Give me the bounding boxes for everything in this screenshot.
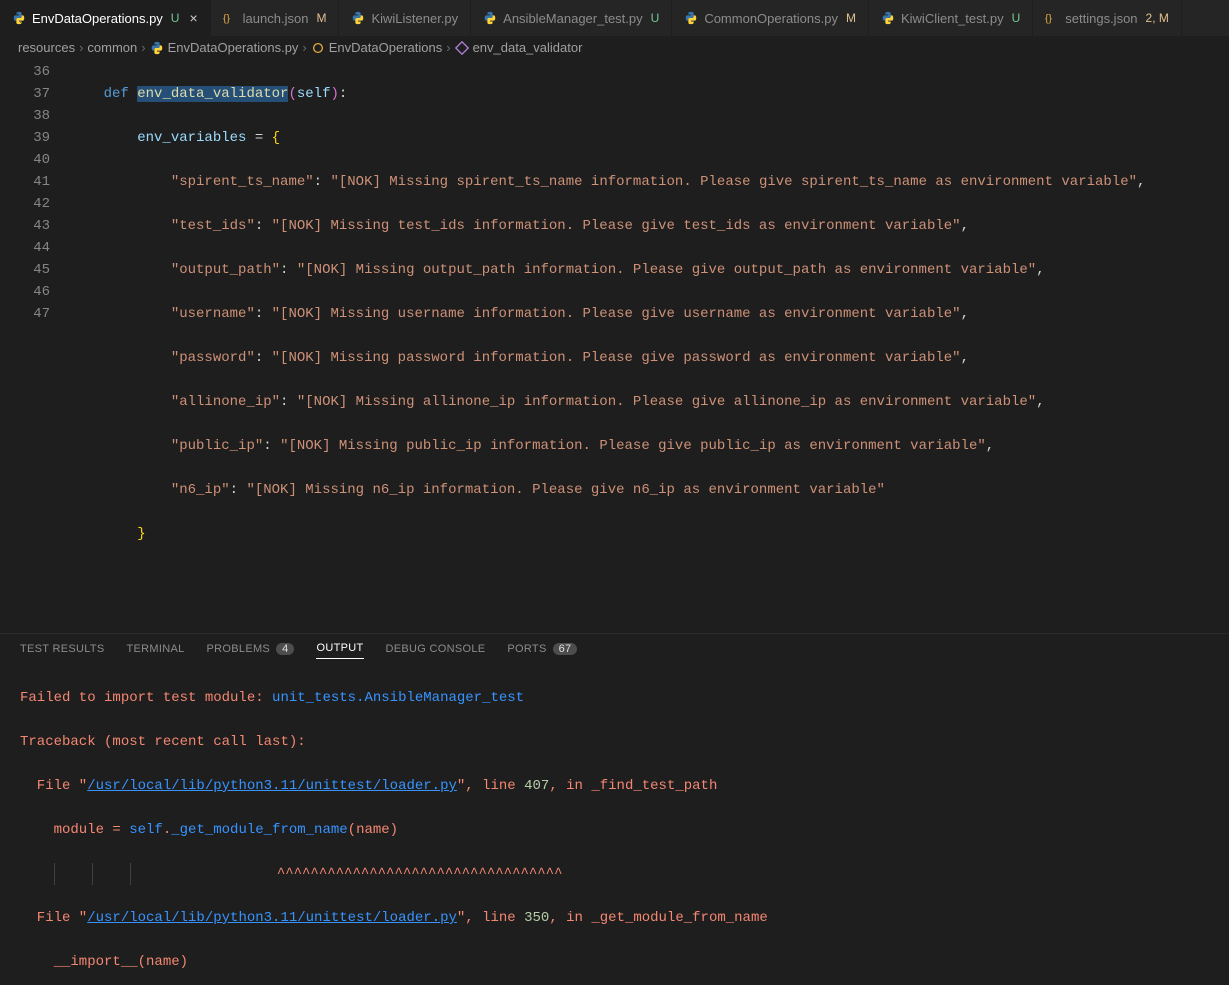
panel-tab-ports[interactable]: Ports67 <box>507 642 577 655</box>
svg-text:{}: {} <box>1045 13 1053 25</box>
panel-tab-debugconsole[interactable]: Debug Console <box>386 642 486 655</box>
ports-badge: 67 <box>553 643 578 655</box>
tab-envdataoperations[interactable]: EnvDataOperations.py U × <box>0 0 211 36</box>
method-icon <box>455 41 469 55</box>
tab-settingsjson[interactable]: {} settings.json 2, M <box>1033 0 1182 36</box>
json-icon: {} <box>223 11 237 25</box>
panel-tab-testresults[interactable]: Test Results <box>20 642 105 655</box>
breadcrumb[interactable]: resources › common › EnvDataOperations.p… <box>0 36 1229 59</box>
tab-ansiblemanagertest[interactable]: AnsibleManager_test.py U <box>471 0 672 36</box>
python-icon <box>881 11 895 25</box>
python-icon <box>684 11 698 25</box>
tab-label: EnvDataOperations.py <box>32 11 163 26</box>
chevron-right-icon: › <box>446 40 450 55</box>
breadcrumb-item[interactable]: EnvDataOperations <box>329 40 442 55</box>
line-gutter: 36 37 38 39 40 41 42 43 44 45 46 47 <box>0 61 70 633</box>
tab-status: U <box>651 11 660 25</box>
json-icon: {} <box>1045 11 1059 25</box>
tab-kiwiclienttest[interactable]: KiwiClient_test.py U <box>869 0 1033 36</box>
python-icon <box>483 11 497 25</box>
tab-status: 2, M <box>1146 11 1169 25</box>
code-editor[interactable]: 36 37 38 39 40 41 42 43 44 45 46 47 def … <box>0 59 1229 633</box>
panel-tabs: Test Results Terminal Problems4 Output D… <box>0 633 1229 661</box>
chevron-right-icon: › <box>79 40 83 55</box>
tab-label: KiwiListener.py <box>371 11 458 26</box>
tab-status: U <box>171 11 180 25</box>
tab-label: launch.json <box>243 11 309 26</box>
panel-tab-output[interactable]: Output <box>316 642 363 659</box>
svg-text:{}: {} <box>223 13 231 25</box>
tab-label: AnsibleManager_test.py <box>503 11 642 26</box>
breadcrumb-item[interactable]: env_data_validator <box>473 40 583 55</box>
breadcrumb-item[interactable]: resources <box>18 40 75 55</box>
python-icon <box>351 11 365 25</box>
tab-label: settings.json <box>1065 11 1137 26</box>
class-icon <box>311 41 325 55</box>
editor-tabs: EnvDataOperations.py U × {} launch.json … <box>0 0 1229 36</box>
panel-tab-terminal[interactable]: Terminal <box>127 642 185 655</box>
code-content[interactable]: def env_data_validator(self): env_variab… <box>70 61 1229 633</box>
tab-status: M <box>846 11 856 25</box>
tab-status: U <box>1012 11 1021 25</box>
panel-tab-problems[interactable]: Problems4 <box>207 642 295 655</box>
tab-status: M <box>316 11 326 25</box>
python-icon <box>150 41 164 55</box>
breadcrumb-item[interactable]: EnvDataOperations.py <box>168 40 299 55</box>
tab-kiwilistener[interactable]: KiwiListener.py <box>339 0 471 36</box>
python-icon <box>12 11 26 25</box>
chevron-right-icon: › <box>302 40 306 55</box>
tab-commonoperations[interactable]: CommonOperations.py M <box>672 0 869 36</box>
tab-label: KiwiClient_test.py <box>901 11 1004 26</box>
breadcrumb-item[interactable]: common <box>87 40 137 55</box>
tab-label: CommonOperations.py <box>704 11 838 26</box>
chevron-right-icon: › <box>141 40 145 55</box>
output-panel[interactable]: Failed to import test module: unit_tests… <box>0 661 1229 985</box>
problems-badge: 4 <box>276 643 294 655</box>
close-icon[interactable]: × <box>189 10 197 26</box>
tab-launchjson[interactable]: {} launch.json M <box>211 0 340 36</box>
